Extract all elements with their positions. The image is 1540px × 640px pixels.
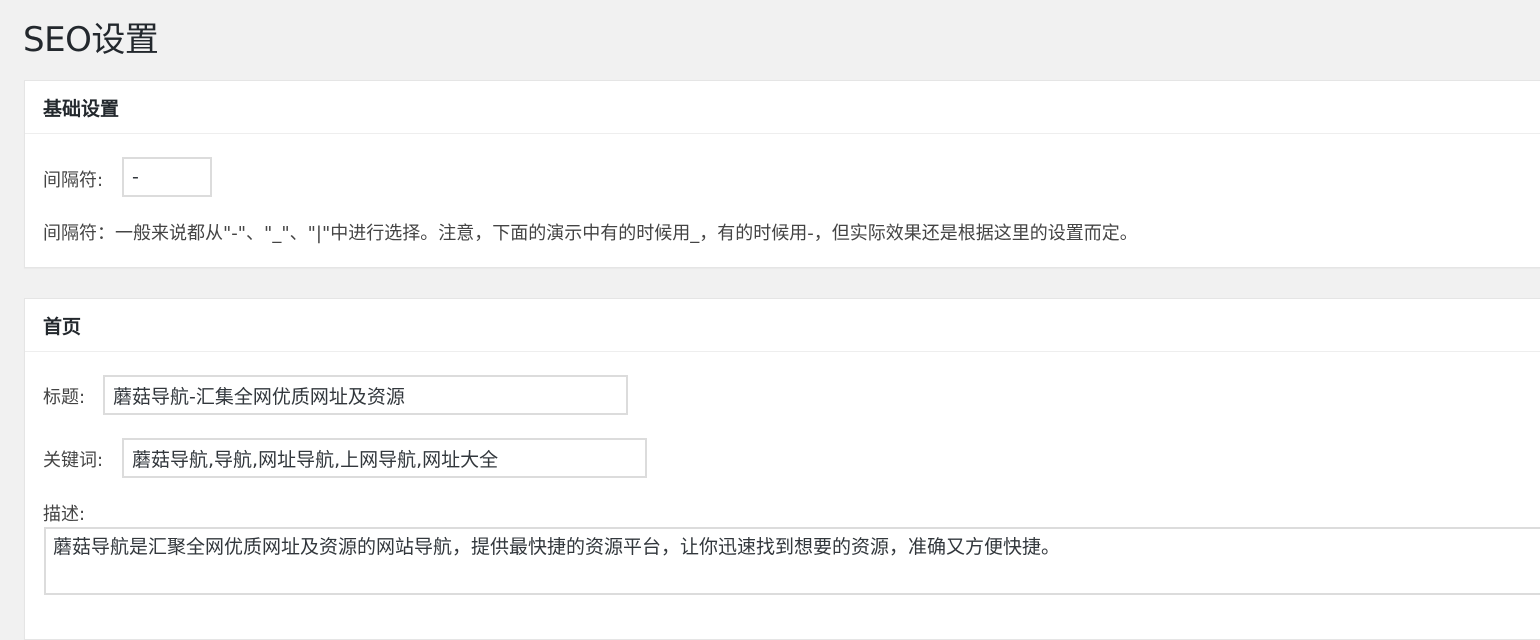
homepage-header: 首页 [25, 299, 1540, 352]
homepage-panel: 首页 标题: 关键词: 描述: 蘑菇导航是汇聚全网优质网址及资源的网站导航，提供… [24, 298, 1540, 640]
home-title-input[interactable] [103, 375, 628, 415]
basic-settings-header: 基础设置 [25, 81, 1540, 134]
homepage-title: 首页 [43, 315, 82, 338]
home-description-label: 描述: [43, 504, 86, 525]
home-keywords-label: 关键词: [43, 450, 104, 471]
home-description-textarea[interactable]: 蘑菇导航是汇聚全网优质网址及资源的网站导航，提供最快捷的资源平台，让你迅速找到想… [44, 527, 1540, 595]
separator-input[interactable] [122, 157, 212, 197]
page-title: SEO设置 [23, 20, 159, 60]
home-keywords-input[interactable] [122, 438, 647, 478]
basic-settings-title: 基础设置 [43, 97, 120, 120]
separator-help-text: 间隔符：一般来说都从"-"、"_"、"|"中进行选择。注意，下面的演示中有的时候… [43, 223, 1138, 244]
separator-label: 间隔符: [43, 170, 104, 191]
basic-settings-panel: 基础设置 间隔符: 间隔符：一般来说都从"-"、"_"、"|"中进行选择。注意，… [24, 80, 1540, 268]
home-title-label: 标题: [43, 387, 86, 408]
